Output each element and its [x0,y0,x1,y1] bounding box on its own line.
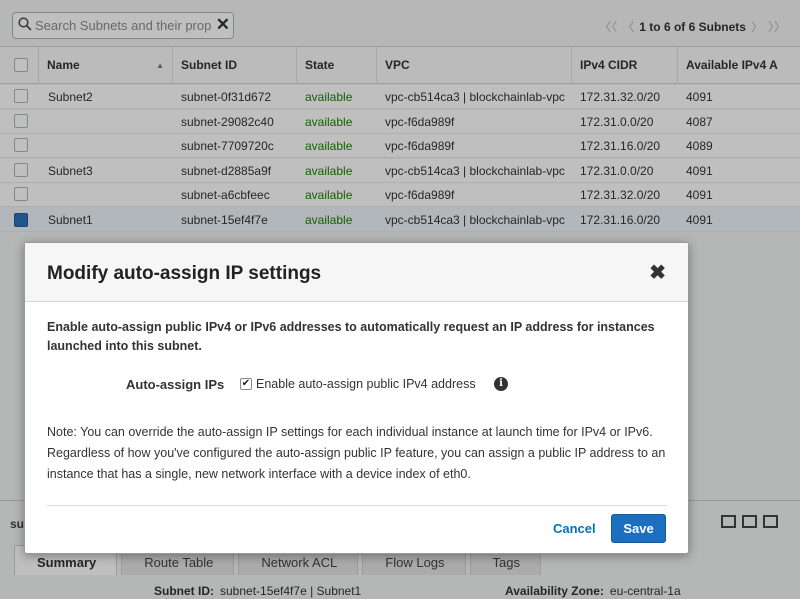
modify-auto-assign-ip-dialog: Modify auto-assign IP settings ✖ Enable … [24,242,689,554]
close-icon[interactable]: ✖ [649,260,666,285]
dialog-title: Modify auto-assign IP settings [47,263,322,284]
auto-assign-ips-label: Auto-assign IPs [126,377,225,392]
info-icon[interactable]: i [494,377,508,391]
cancel-button[interactable]: Cancel [553,521,596,536]
auto-assign-ipv4-checkbox[interactable]: ✔ [240,378,252,390]
dialog-intro: Enable auto-assign public IPv4 or IPv6 a… [47,320,655,353]
dialog-divider [47,505,667,506]
dialog-note: Note: You can override the auto-assign I… [47,425,666,481]
auto-assign-ipv4-checkbox-label[interactable]: Enable auto-assign public IPv4 address [256,377,476,391]
dialog-header: Modify auto-assign IP settings ✖ [25,243,688,302]
save-button[interactable]: Save [611,514,666,543]
